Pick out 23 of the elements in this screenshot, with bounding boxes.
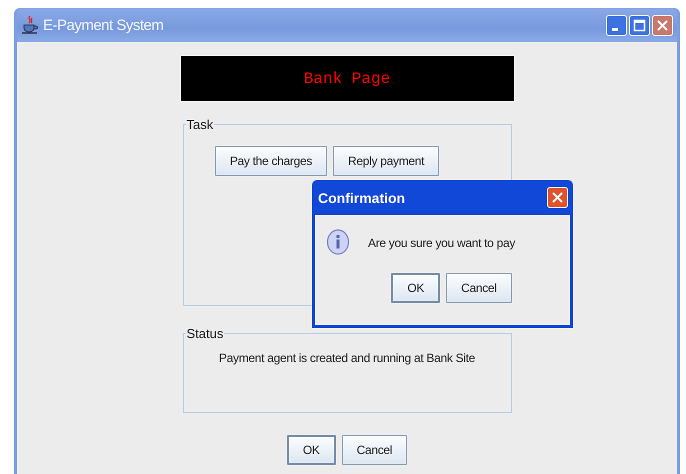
maximize-icon	[633, 18, 646, 32]
dialog-message: Are you sure you want to pay	[368, 236, 516, 250]
close-icon	[656, 18, 669, 32]
group-label: Task	[186, 117, 214, 132]
default-button[interactable]: OK	[391, 273, 440, 303]
button[interactable]: Reply payment	[333, 146, 440, 176]
banner: Bank Page	[180, 56, 514, 101]
window-title: E-Payment System	[43, 16, 164, 34]
minimize-icon	[612, 28, 618, 30]
status-message: Payment agent is created and running at Bank Site	[218, 351, 476, 365]
dialog-title: Confirmation	[318, 190, 406, 206]
button[interactable]: Cancel	[446, 273, 512, 303]
cup-icon	[21, 15, 39, 35]
maximize-button[interactable]	[629, 14, 650, 36]
close-button[interactable]	[547, 187, 568, 208]
minimize-button[interactable]	[606, 14, 627, 36]
info-icon	[326, 229, 350, 257]
close-icon	[551, 191, 564, 204]
close-button[interactable]	[652, 14, 673, 36]
group-label: Status	[186, 326, 224, 341]
button[interactable]: Cancel	[342, 435, 408, 465]
default-button[interactable]: OK	[286, 435, 336, 465]
button[interactable]: Pay the charges	[214, 146, 328, 176]
